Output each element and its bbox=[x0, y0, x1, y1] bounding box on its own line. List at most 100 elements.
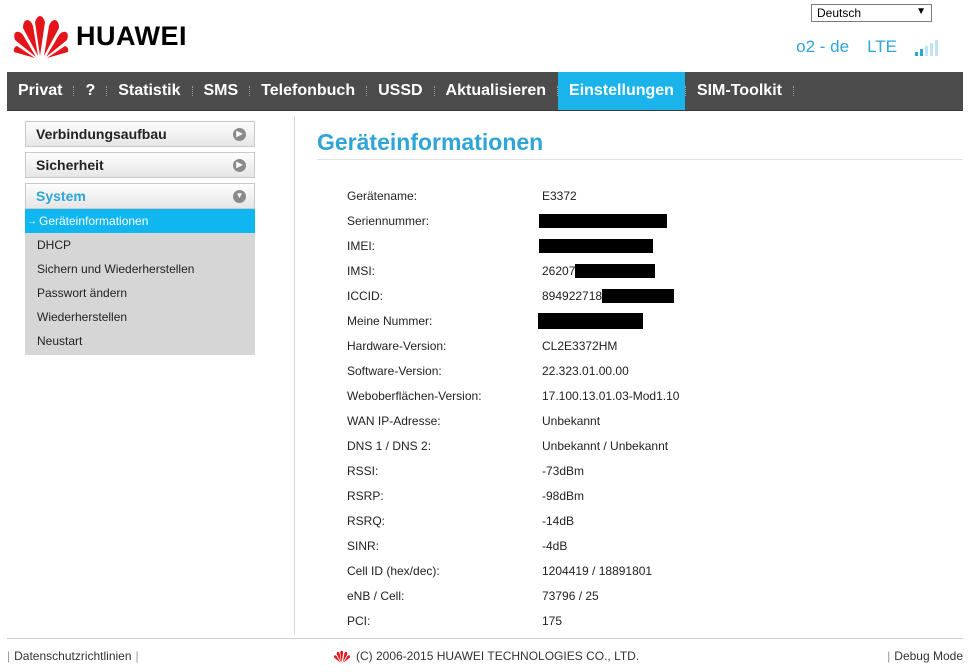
signal-bar bbox=[915, 51, 918, 56]
sidebar-item-geraeteinformationen[interactable]: → Geräteinformationen bbox=[25, 209, 255, 233]
info-row: Cell ID (hex/dec): 1204419 / 18891801 bbox=[347, 558, 679, 583]
nav-statistik[interactable]: Statistik bbox=[107, 72, 191, 110]
footer-separator: | bbox=[887, 649, 891, 663]
nav-einstellungen[interactable]: Einstellungen bbox=[558, 72, 685, 110]
sidebar-item-passwort[interactable]: Passwort ändern bbox=[25, 281, 255, 305]
sidebar-section-sicherheit[interactable]: Sicherheit ▶ bbox=[25, 152, 255, 178]
info-label: PCI: bbox=[347, 613, 371, 628]
info-row: PCI: 175 bbox=[347, 608, 679, 633]
info-label: Hardware-Version: bbox=[347, 338, 447, 353]
info-value: Unbekannt bbox=[542, 413, 601, 428]
huawei-flower-icon bbox=[13, 16, 69, 58]
redaction-bar bbox=[575, 263, 656, 278]
signal-bar bbox=[935, 39, 938, 56]
signal-strength-icon bbox=[915, 39, 938, 56]
info-value-redacted bbox=[539, 213, 667, 228]
sidebar-section-system[interactable]: System ▼ bbox=[25, 183, 255, 209]
footer-separator: | bbox=[7, 649, 11, 663]
main-nav: Privat ? Statistik SMS Telefonbuch USSD … bbox=[7, 72, 963, 111]
redaction-bar bbox=[539, 213, 667, 228]
operator-name: o2 - de bbox=[796, 37, 850, 56]
sidebar-item-wiederherstellen[interactable]: Wiederherstellen bbox=[25, 305, 255, 329]
nav-telefonbuch[interactable]: Telefonbuch bbox=[250, 72, 366, 110]
footer-copyright: (C) 2006-2015 HUAWEI TECHNOLOGIES CO., L… bbox=[333, 649, 639, 663]
info-label: Gerätename: bbox=[347, 188, 418, 203]
sidebar-section-label: System bbox=[36, 188, 86, 204]
dropdown-arrow-icon: ▼ bbox=[916, 6, 926, 17]
info-label: Meine Nummer: bbox=[347, 313, 433, 328]
footer-left: | Datenschutzrichtlinien | bbox=[7, 649, 143, 663]
language-select[interactable]: Deutsch ▼ bbox=[811, 4, 932, 22]
info-value: 1204419 / 18891801 bbox=[542, 563, 653, 578]
redaction-bar bbox=[602, 288, 675, 303]
language-selected: Deutsch bbox=[817, 6, 862, 20]
nav-privat[interactable]: Privat bbox=[7, 72, 73, 110]
sidebar-item-dhcp[interactable]: DHCP bbox=[25, 233, 255, 257]
info-label: IMEI: bbox=[347, 238, 376, 253]
signal-bar bbox=[925, 45, 928, 56]
nav-ussd[interactable]: USSD bbox=[367, 72, 433, 110]
info-value-visible: 26207 bbox=[542, 263, 576, 278]
sidebar-section-label: Sicherheit bbox=[36, 157, 104, 173]
network-type: LTE bbox=[867, 37, 897, 56]
info-row: Software-Version: 22.323.01.00.00 bbox=[347, 358, 679, 383]
redaction-bar bbox=[539, 238, 653, 253]
debug-mode-link[interactable]: Debug Mode bbox=[894, 649, 963, 663]
huawei-logo: HUAWEI bbox=[13, 14, 187, 58]
info-value: 22.323.01.00.00 bbox=[542, 363, 629, 378]
privacy-link[interactable]: Datenschutzrichtlinien bbox=[14, 649, 131, 663]
info-value-visible: 894922718 bbox=[542, 288, 603, 303]
sidebar-item-sichern[interactable]: Sichern und Wiederherstellen bbox=[25, 257, 255, 281]
info-value: 894922718 bbox=[542, 288, 675, 303]
info-label: WAN IP-Adresse: bbox=[347, 413, 441, 428]
info-row: Hardware-Version: CL2E3372HM bbox=[347, 333, 679, 358]
signal-bar bbox=[930, 42, 933, 56]
info-value: -98dBm bbox=[542, 488, 585, 503]
info-label: RSRQ: bbox=[347, 513, 386, 528]
info-row: Weboberflächen-Version: 17.100.13.01.03-M… bbox=[347, 383, 679, 408]
chevron-down-icon: ▼ bbox=[233, 189, 246, 203]
info-label: DNS 1 / DNS 2: bbox=[347, 438, 432, 453]
huawei-flower-icon bbox=[334, 650, 350, 663]
nav-help[interactable]: ? bbox=[74, 72, 106, 110]
info-value: -14dB bbox=[542, 513, 575, 528]
connection-status: o2 - de LTE bbox=[796, 37, 938, 57]
sidebar-item-neustart[interactable]: Neustart bbox=[25, 329, 255, 353]
info-row: ICCID: 894922718 bbox=[347, 283, 679, 308]
info-row: SINR: -4dB bbox=[347, 533, 679, 558]
info-value: 73796 / 25 bbox=[542, 588, 599, 603]
info-value: -4dB bbox=[542, 538, 568, 553]
info-row: IMEI: bbox=[347, 233, 679, 258]
nav-aktualisieren[interactable]: Aktualisieren bbox=[435, 72, 557, 110]
info-value: 17.100.13.01.03-Mod1.10 bbox=[542, 388, 680, 403]
info-value-redacted bbox=[539, 238, 653, 253]
info-label: eNB / Cell: bbox=[347, 588, 405, 603]
info-label: Software-Version: bbox=[347, 363, 442, 378]
footer-right: | Debug Mode bbox=[883, 649, 963, 663]
brand-name: HUAWEI bbox=[76, 20, 187, 51]
nav-sms[interactable]: SMS bbox=[193, 72, 250, 110]
info-row: RSRP: -98dBm bbox=[347, 483, 679, 508]
info-value: 175 bbox=[542, 613, 563, 628]
nav-sim-toolkit[interactable]: SIM-Toolkit bbox=[686, 72, 793, 110]
info-label: Seriennummer: bbox=[347, 213, 430, 228]
arrow-right-icon: → bbox=[27, 215, 37, 227]
nav-separator bbox=[793, 72, 794, 110]
page-title: Geräteinformationen bbox=[317, 129, 544, 155]
info-value: CL2E3372HM bbox=[542, 338, 618, 353]
sidebar-section-verbindungsaufbau[interactable]: Verbindungsaufbau ▶ bbox=[25, 121, 255, 147]
device-info-table: Gerätename: E3372 Seriennummer: IMEI: IMS… bbox=[347, 183, 679, 633]
info-row: RSRQ: -14dB bbox=[347, 508, 679, 533]
info-label: SINR: bbox=[347, 538, 380, 553]
copyright-text: (C) 2006-2015 HUAWEI TECHNOLOGIES CO., L… bbox=[356, 649, 640, 663]
info-value: -73dBm bbox=[542, 463, 585, 478]
info-label: ICCID: bbox=[347, 288, 383, 303]
info-row: DNS 1 / DNS 2: Unbekannt / Unbekannt bbox=[347, 433, 679, 458]
info-row: IMSI: 26207 bbox=[347, 258, 679, 283]
title-divider bbox=[317, 159, 963, 160]
info-row: Seriennummer: bbox=[347, 208, 679, 233]
chevron-right-icon: ▶ bbox=[233, 158, 246, 172]
info-label: Weboberflächen-Version: bbox=[347, 388, 482, 403]
info-row: eNB / Cell: 73796 / 25 bbox=[347, 583, 679, 608]
redaction-bar bbox=[538, 312, 643, 329]
